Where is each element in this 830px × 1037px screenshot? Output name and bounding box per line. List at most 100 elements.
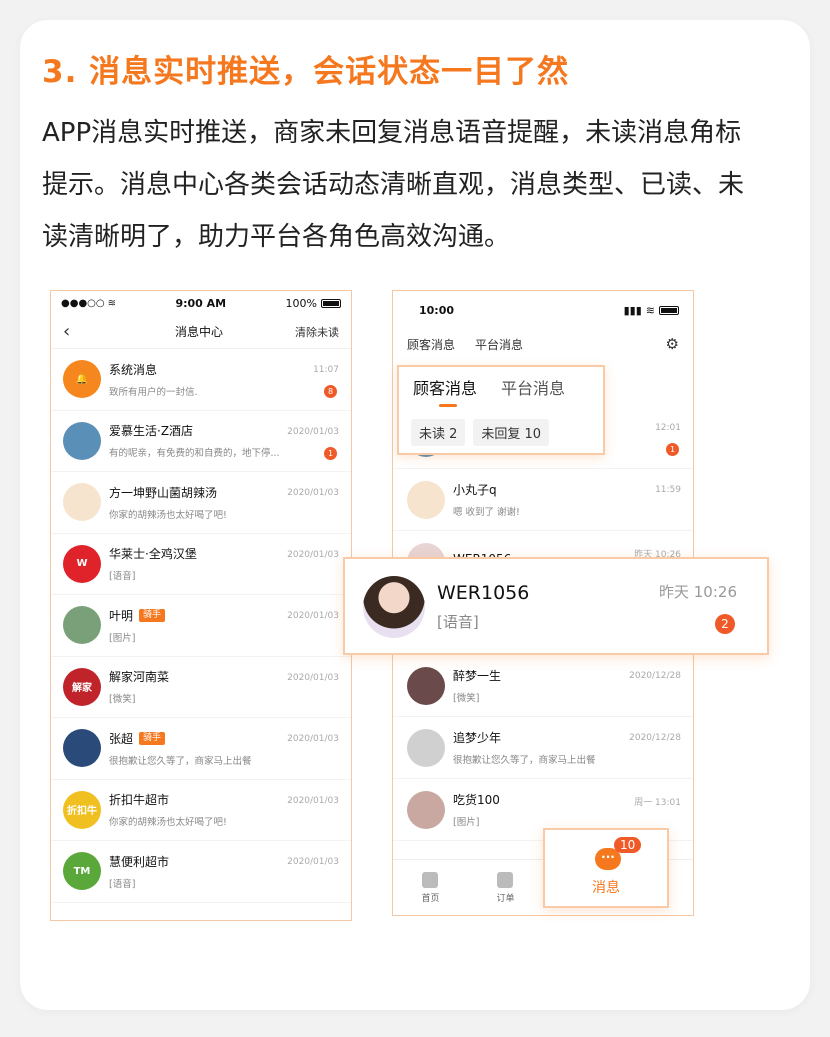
zoom-callout-tabs: 顾客消息 平台消息 未读 2 未回复 10 — [397, 365, 605, 455]
chat-name: 小丸子q — [453, 483, 497, 497]
avatar — [363, 576, 425, 638]
chat-message: [语音] — [109, 878, 136, 890]
nav-bar: ‹ 消息中心 清除未读 — [51, 315, 351, 349]
unread-badge: 1 — [324, 446, 337, 460]
chat-time: 2020/01/03 — [287, 672, 339, 683]
chat-name-row: 系统消息 — [109, 361, 339, 378]
unread-badge: 1 — [666, 443, 679, 456]
chat-name: WER1056 — [437, 582, 530, 604]
status-bar: 10:00 ▮▮▮ ≋ — [393, 291, 693, 329]
chat-message: 你家的胡辣汤也太好喝了吧! — [109, 509, 227, 521]
unread-count-badge: 10 — [614, 837, 642, 853]
clear-unread-button[interactable]: 清除未读 — [295, 324, 339, 340]
list-item[interactable]: 小丸子q 嗯 收到了 谢谢! 11:59 — [393, 469, 693, 531]
tab-customer-messages[interactable]: 顾客消息 — [407, 336, 455, 353]
chat-name: 慧便利超市 — [109, 854, 170, 869]
tab-platform-messages-zoom[interactable]: 平台消息 — [501, 375, 565, 399]
status-time: 9:00 AM — [175, 296, 227, 310]
chat-time: 2020/12/28 — [629, 733, 681, 743]
chat-message: 很抱歉让您久等了，商家马上出餐 — [109, 755, 252, 767]
chat-body: 系统消息 致所有用户的一封信. — [109, 361, 339, 398]
zoom-callout-message-tab[interactable]: ··· 10 消息 — [543, 828, 669, 908]
chat-name: 解家河南菜 — [109, 670, 170, 685]
avatar: TM — [63, 852, 101, 891]
list-item[interactable]: 解家 解家河南菜 [微笑] 2020/01/03 — [51, 657, 351, 718]
chat-name: 华莱士·全鸡汉堡 — [109, 547, 197, 562]
list-item[interactable]: 张超 骑手很抱歉让您久等了，商家马上出餐 2020/01/03 — [51, 718, 351, 780]
chat-name: 方一坤野山菌胡辣汤 — [109, 485, 218, 500]
chat-time: 2020/01/03 — [287, 795, 339, 806]
avatar — [407, 480, 445, 519]
rider-tag: 骑手 — [139, 731, 166, 745]
bell-icon: 🔔 — [63, 360, 101, 399]
list-item[interactable]: 追梦少年 很抱歉让您久等了，商家马上出餐 2020/12/28 — [393, 717, 693, 779]
list-item[interactable]: 爱慕生活·Z酒店 有的呢亲，有免费的和自费的，地下停... 2020/01/03 1 — [51, 411, 351, 472]
tab-platform-messages[interactable]: 平台消息 — [475, 336, 523, 353]
chat-message: [微笑] — [453, 693, 480, 704]
home-icon — [422, 871, 439, 888]
battery-icon — [320, 298, 341, 308]
chat-time: 2020/12/28 — [629, 671, 681, 681]
chat-message: [图片] — [453, 817, 480, 828]
avatar: 折扣牛 — [63, 790, 101, 829]
chat-time: 11:59 — [655, 485, 681, 495]
filter-unread-chip[interactable]: 未读 2 — [411, 419, 466, 446]
list-item[interactable]: 叶明 骑手 [图片] 2020/01/03 — [51, 595, 351, 657]
filter-unreplied-chip[interactable]: 未回复 10 — [473, 419, 550, 446]
chat-time: 12:01 — [655, 423, 681, 433]
chat-time: 周一 13:01 — [634, 798, 681, 808]
settings-icon[interactable]: ⚙ — [666, 335, 679, 353]
chat-message: 有的呢亲，有免费的和自费的，地下停... — [109, 448, 280, 460]
chat-time: 11:07 — [313, 365, 339, 375]
tab-order-label: 订单 — [496, 893, 515, 904]
list-item[interactable]: 🔔 系统消息 致所有用户的一封信. 11:07 8 — [51, 349, 351, 411]
chat-body: 小丸子q 嗯 收到了 谢谢! — [453, 481, 679, 518]
chat-message: 嗯 收到了 谢谢! — [453, 507, 520, 518]
back-icon[interactable]: ‹ — [63, 321, 103, 342]
list-item[interactable]: W 华莱士·全鸡汉堡 [语音] 2020/01/03 — [51, 534, 351, 595]
avatar: 解家 — [63, 667, 101, 706]
chat-time: 2020/01/03 — [287, 611, 339, 621]
chat-message: [语音] — [109, 571, 136, 583]
wifi-icon: ≋ — [107, 297, 117, 309]
battery-label: 100% — [285, 296, 317, 310]
chat-name: 折扣牛超市 — [109, 793, 170, 808]
phone-message-center: ●●●○○ ≋ 9:00 AM 100% ‹ 消息中心 清除未读 🔔 系统消息 致所有… — [50, 290, 352, 921]
chat-message: [图片] — [109, 632, 136, 644]
list-item[interactable]: 方一坤野山菌胡辣汤 你家的胡辣汤也太好喝了吧! 2020/01/03 — [51, 472, 351, 534]
avatar — [63, 483, 101, 522]
feature-description: APP消息实时推送，商家未回复消息语音提醒，未读消息角标提示。消息中心各类会话动… — [42, 118, 745, 252]
zoom-callout-chat[interactable]: WER1056 [语音] 昨天 10:26 2 — [343, 557, 769, 655]
chat-message: [微笑] — [109, 694, 136, 706]
unread-badge: 8 — [324, 385, 337, 398]
chat-name: 张超 — [109, 731, 134, 746]
status-bar: ●●●○○ ≋ 9:00 AM 100% — [51, 291, 351, 315]
list-item[interactable]: 醉梦一生 [微笑] 2020/12/28 — [393, 655, 693, 717]
chat-time: 2020/01/03 — [287, 426, 339, 437]
list-item[interactable]: TM 慧便利超市 [语音] 2020/01/03 — [51, 841, 351, 903]
chat-message: [语音] — [437, 613, 479, 631]
avatar — [407, 790, 445, 829]
avatar: W — [63, 544, 101, 583]
chat-time: 昨天 10:26 — [659, 583, 737, 601]
unread-badge: 2 — [715, 614, 735, 634]
list-item[interactable]: 折扣牛 折扣牛超市你家的胡辣汤也太好喝了吧! 2020/01/03 — [51, 780, 351, 841]
chat-time: 2020/01/03 — [287, 857, 339, 867]
tab-customer-messages-zoom[interactable]: 顾客消息 — [413, 375, 477, 407]
tab-order[interactable]: 订单 — [496, 871, 515, 904]
chat-list: 🔔 系统消息 致所有用户的一封信. 11:07 8 爱慕生活·Z酒店 有的呢亲，有免费的和自… — [51, 349, 351, 903]
chat-message: 你家的胡辣汤也太好喝了吧! — [109, 817, 227, 829]
avatar — [407, 728, 445, 767]
rider-tag: 骑手 — [139, 608, 166, 622]
avatar — [63, 606, 101, 645]
avatar — [407, 666, 445, 705]
tab-home[interactable]: 首页 — [421, 871, 440, 904]
battery-icon — [659, 305, 679, 315]
status-time: 10:00 — [419, 303, 455, 317]
chat-name: 系统消息 — [109, 362, 158, 377]
wifi-icon: ≋ — [645, 303, 655, 317]
tab-home-label: 首页 — [421, 893, 440, 904]
signal-icon: ●●●○○ — [61, 297, 105, 309]
chat-time: 2020/01/03 — [287, 734, 339, 744]
avatar — [63, 729, 101, 768]
